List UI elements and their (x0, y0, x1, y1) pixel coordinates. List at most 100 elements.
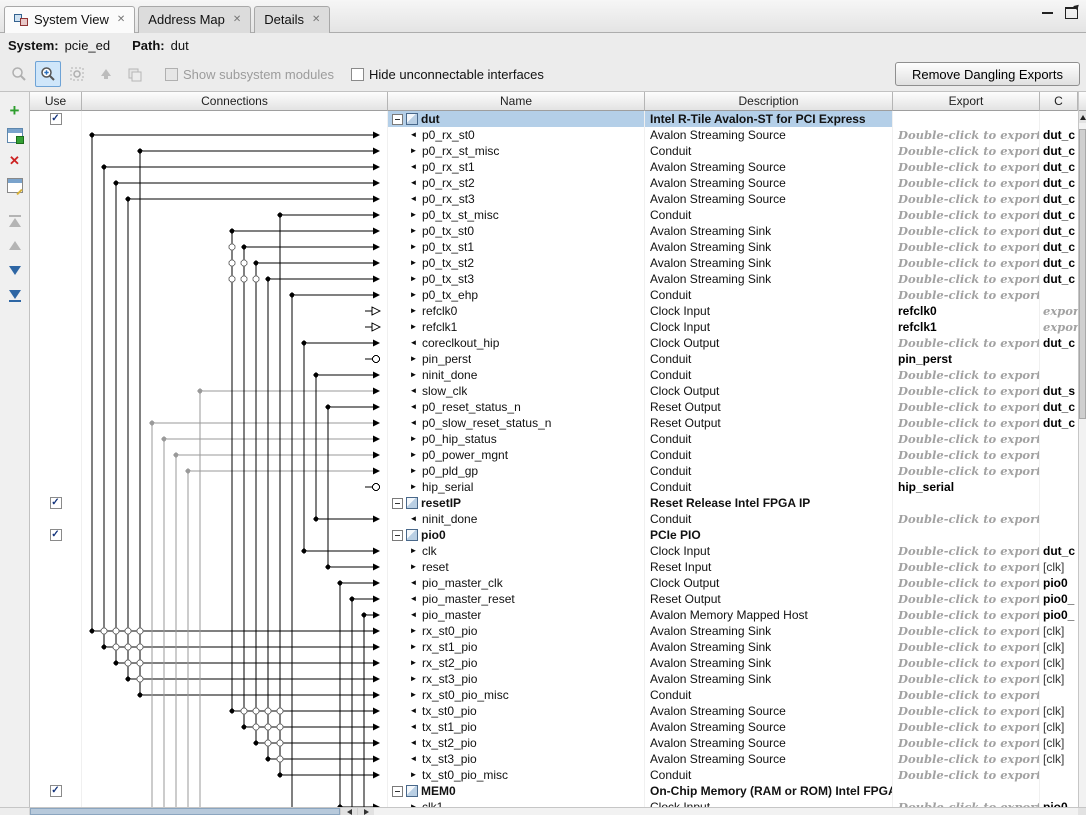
column-header-connections[interactable]: Connections (82, 92, 388, 111)
clock-cell[interactable]: dut_s (1040, 383, 1078, 399)
use-cell[interactable] (30, 383, 82, 399)
export-cell[interactable]: Double-click to export (893, 463, 1040, 479)
name-cell[interactable]: ◄pio_master_clk (388, 575, 645, 591)
use-cell[interactable] (30, 303, 82, 319)
save-image-button[interactable] (122, 61, 148, 87)
export-cell[interactable]: Double-click to export (893, 719, 1040, 735)
use-cell[interactable] (30, 415, 82, 431)
interface-row-pio_master_reset[interactable]: ◄pio_master_resetReset OutputDouble-clic… (30, 591, 1078, 607)
interface-row-tx_st2_pio[interactable]: ◄tx_st2_pioAvalon Streaming SourceDouble… (30, 735, 1078, 751)
hide-unconnectable-checkbox[interactable] (351, 68, 364, 81)
clock-cell[interactable]: pio0_ (1040, 607, 1078, 623)
clock-cell[interactable]: pio0 (1040, 799, 1078, 807)
interface-row-p0_rx_st2[interactable]: ◄p0_rx_st2Avalon Streaming SourceDouble-… (30, 175, 1078, 191)
connections-cell[interactable] (82, 159, 388, 175)
name-cell[interactable]: ◄ninit_done (388, 511, 645, 527)
move-top-button[interactable] (4, 210, 26, 231)
connections-cell[interactable] (82, 271, 388, 287)
module-row-pio0[interactable]: ✓pio0PCIe PIO (30, 527, 1078, 543)
clock-cell[interactable]: dut_c (1040, 255, 1078, 271)
clock-cell[interactable] (1040, 687, 1078, 703)
use-cell[interactable] (30, 431, 82, 447)
connections-cell[interactable] (82, 495, 388, 511)
move-up-button[interactable] (4, 235, 26, 256)
name-cell[interactable]: ◄p0_slow_reset_status_n (388, 415, 645, 431)
name-cell[interactable]: ►p0_tx_st1 (388, 239, 645, 255)
connections-cell[interactable] (82, 479, 388, 495)
use-cell[interactable] (30, 591, 82, 607)
export-cell[interactable]: Double-click to export (893, 655, 1040, 671)
connections-cell[interactable] (82, 655, 388, 671)
interface-row-hip_serial[interactable]: ►hip_serialConduithip_serial (30, 479, 1078, 495)
use-cell[interactable] (30, 191, 82, 207)
use-cell[interactable] (30, 399, 82, 415)
use-cell[interactable] (30, 799, 82, 807)
interface-row-refclk1[interactable]: ►refclk1Clock Inputrefclk1expor (30, 319, 1078, 335)
export-cell[interactable]: Double-click to export (893, 687, 1040, 703)
clock-cell[interactable] (1040, 351, 1078, 367)
use-cell[interactable] (30, 175, 82, 191)
use-cell[interactable] (30, 367, 82, 383)
name-cell[interactable]: ►p0_rx_st_misc (388, 143, 645, 159)
expander-icon[interactable] (392, 498, 403, 509)
export-cell[interactable] (893, 111, 1040, 127)
connections-cell[interactable] (82, 703, 388, 719)
name-cell[interactable]: MEM0 (388, 783, 645, 799)
connections-cell[interactable] (82, 223, 388, 239)
clock-cell[interactable]: [clk] (1040, 559, 1078, 575)
clock-cell[interactable]: dut_c (1040, 207, 1078, 223)
clock-cell[interactable] (1040, 367, 1078, 383)
use-cell[interactable] (30, 735, 82, 751)
clock-cell[interactable] (1040, 447, 1078, 463)
clock-cell[interactable]: dut_c (1040, 415, 1078, 431)
interface-row-rx_st3_pio[interactable]: ►rx_st3_pioAvalon Streaming SinkDouble-c… (30, 671, 1078, 687)
connections-cell[interactable] (82, 175, 388, 191)
name-cell[interactable]: ►p0_tx_st0 (388, 223, 645, 239)
remove-dangling-exports-button[interactable]: Remove Dangling Exports (895, 62, 1080, 86)
clock-cell[interactable]: [clk] (1040, 703, 1078, 719)
connections-cell[interactable] (82, 207, 388, 223)
connections-cell[interactable] (82, 255, 388, 271)
clock-cell[interactable]: [clk] (1040, 735, 1078, 751)
use-cell[interactable]: ✓ (30, 527, 82, 543)
interface-row-refclk0[interactable]: ►refclk0Clock Inputrefclk0expor (30, 303, 1078, 319)
clock-cell[interactable]: dut_c (1040, 159, 1078, 175)
connections-cell[interactable] (82, 591, 388, 607)
connections-cell[interactable] (82, 687, 388, 703)
use-cell[interactable] (30, 543, 82, 559)
name-cell[interactable]: ►rx_st3_pio (388, 671, 645, 687)
connections-cell[interactable] (82, 415, 388, 431)
clock-cell[interactable]: [clk] (1040, 751, 1078, 767)
export-cell[interactable]: Double-click to export (893, 703, 1040, 719)
name-cell[interactable]: ►pin_perst (388, 351, 645, 367)
connections-cell[interactable] (82, 799, 388, 807)
clock-cell[interactable]: pio0_ (1040, 591, 1078, 607)
clock-cell[interactable]: dut_c (1040, 127, 1078, 143)
connections-cell[interactable] (82, 191, 388, 207)
column-header-export[interactable]: Export (893, 92, 1040, 111)
interface-row-p0_power_mgnt[interactable]: ►p0_power_mgntConduitDouble-click to exp… (30, 447, 1078, 463)
export-cell[interactable]: Double-click to export (893, 175, 1040, 191)
export-cell[interactable]: pin_perst (893, 351, 1040, 367)
clock-cell[interactable] (1040, 287, 1078, 303)
connections-cell[interactable] (82, 127, 388, 143)
module-row-MEM0[interactable]: ✓MEM0On-Chip Memory (RAM or ROM) Intel F… (30, 783, 1078, 799)
use-cell[interactable] (30, 351, 82, 367)
connections-cell[interactable] (82, 783, 388, 799)
show-subsystem-checkbox[interactable] (165, 68, 178, 81)
use-cell[interactable]: ✓ (30, 783, 82, 799)
use-cell[interactable] (30, 319, 82, 335)
interface-row-tx_st3_pio[interactable]: ◄tx_st3_pioAvalon Streaming SourceDouble… (30, 751, 1078, 767)
connections-cell[interactable] (82, 511, 388, 527)
use-cell[interactable] (30, 639, 82, 655)
export-cell[interactable]: Double-click to export (893, 255, 1040, 271)
zoom-in-button[interactable] (35, 61, 61, 87)
clock-cell[interactable]: [clk] (1040, 719, 1078, 735)
column-header-use[interactable]: Use (30, 92, 82, 111)
clock-cell[interactable]: dut_c (1040, 191, 1078, 207)
interface-row-p0_rx_st0[interactable]: ◄p0_rx_st0Avalon Streaming SourceDouble-… (30, 127, 1078, 143)
name-cell[interactable]: ◄tx_st2_pio (388, 735, 645, 751)
export-cell[interactable]: refclk1 (893, 319, 1040, 335)
export-cell[interactable]: Double-click to export (893, 751, 1040, 767)
connections-cell[interactable] (82, 399, 388, 415)
